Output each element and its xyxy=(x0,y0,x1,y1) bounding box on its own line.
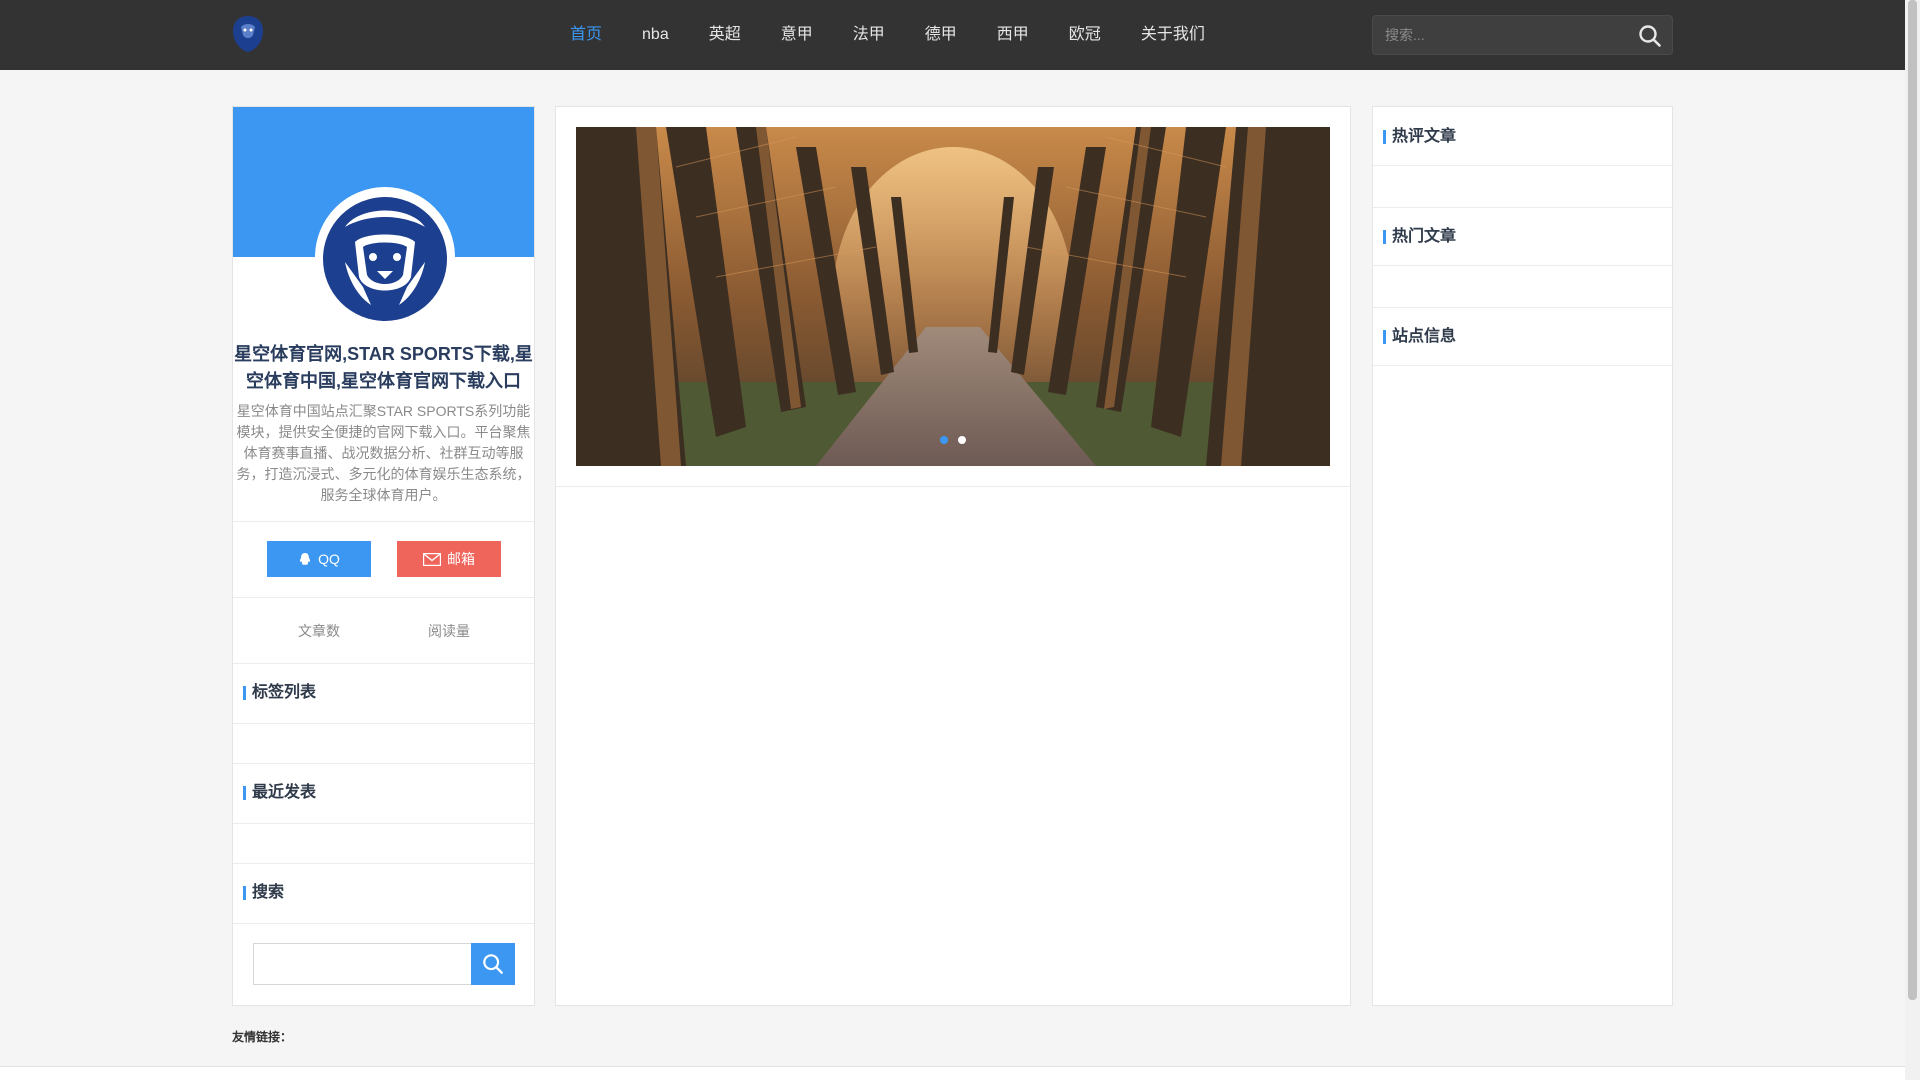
divider xyxy=(233,863,534,864)
qq-icon xyxy=(300,553,311,565)
sidebar-search xyxy=(253,943,515,985)
top-navbar: 首页 nba 英超 意甲 法甲 德甲 西甲 欧冠 关于我们 xyxy=(0,0,1905,70)
mail-icon xyxy=(423,552,441,566)
search-widget-title: 搜索 xyxy=(243,883,284,903)
email-label: 邮箱 xyxy=(447,551,475,567)
qq-button[interactable]: QQ xyxy=(267,541,371,577)
main-nav: 首页 nba 英超 意甲 法甲 德甲 西甲 欧冠 关于我们 xyxy=(550,0,1225,70)
divider xyxy=(233,823,534,824)
main-content xyxy=(555,106,1351,1006)
footer xyxy=(0,1067,1905,1080)
search-icon xyxy=(483,954,503,974)
tag-list-title: 标签列表 xyxy=(243,683,316,703)
stat-view-count-label: 阅读量 xyxy=(428,623,470,639)
image-carousel[interactable] xyxy=(576,127,1330,466)
recent-posts-title: 最近发表 xyxy=(243,783,316,803)
carousel-indicators xyxy=(576,436,1330,444)
divider xyxy=(233,763,534,764)
nav-item-premier-league[interactable]: 英超 xyxy=(689,0,761,70)
divider xyxy=(1373,365,1674,366)
friend-links-label: 友情链接： xyxy=(232,1030,293,1044)
nav-item-about-us[interactable]: 关于我们 xyxy=(1121,0,1225,70)
nav-item-champions-league[interactable]: 欧冠 xyxy=(1049,0,1121,70)
nav-item-bundesliga[interactable]: 德甲 xyxy=(905,0,977,70)
nav-item-la-liga[interactable]: 西甲 xyxy=(977,0,1049,70)
divider xyxy=(233,597,534,598)
nav-item-ligue-1[interactable]: 法甲 xyxy=(833,0,905,70)
lion-logo-icon[interactable] xyxy=(232,15,264,53)
qq-label: QQ xyxy=(318,551,340,567)
scrollbar-thumb[interactable] xyxy=(1908,0,1917,1000)
header-search xyxy=(1372,15,1673,55)
divider xyxy=(556,486,1350,487)
sidebar-search-button[interactable] xyxy=(471,943,515,985)
divider xyxy=(233,723,534,724)
lion-avatar-icon xyxy=(323,197,447,321)
divider xyxy=(1373,165,1674,166)
divider xyxy=(233,521,534,522)
hot-articles-title: 热门文章 xyxy=(1383,227,1456,247)
sidebar-search-input[interactable] xyxy=(253,943,473,985)
avatar xyxy=(315,187,455,327)
left-sidebar: 星空体育官网,STAR SPORTS下载,星空体育中国,星空体育官网下载入口 星… xyxy=(232,106,535,1006)
divider xyxy=(233,923,534,924)
hot-comments-title: 热评文章 xyxy=(1383,127,1456,147)
email-button[interactable]: 邮箱 xyxy=(397,541,501,577)
divider xyxy=(1373,207,1674,208)
header-search-input[interactable] xyxy=(1373,16,1623,54)
divider xyxy=(1373,265,1674,266)
right-sidebar: 热评文章 热门文章 站点信息 xyxy=(1372,106,1674,1006)
divider xyxy=(233,663,534,664)
carousel-dot-1[interactable] xyxy=(940,436,948,444)
site-title: 星空体育官网,STAR SPORTS下载,星空体育中国,星空体育官网下载入口 xyxy=(234,344,533,391)
stat-article-count-label: 文章数 xyxy=(298,623,340,639)
nav-item-serie-a[interactable]: 意甲 xyxy=(761,0,833,70)
site-description: 星空体育中国站点汇聚STAR SPORTS系列功能模块，提供安全便捷的官网下载入… xyxy=(236,403,531,503)
nav-item-home[interactable]: 首页 xyxy=(550,0,622,70)
divider xyxy=(1373,307,1674,308)
site-info-title: 站点信息 xyxy=(1383,327,1456,347)
nav-item-nba[interactable]: nba xyxy=(622,0,689,70)
forest-path-image xyxy=(576,127,1330,466)
search-icon[interactable] xyxy=(1638,24,1662,48)
carousel-dot-2[interactable] xyxy=(958,436,966,444)
